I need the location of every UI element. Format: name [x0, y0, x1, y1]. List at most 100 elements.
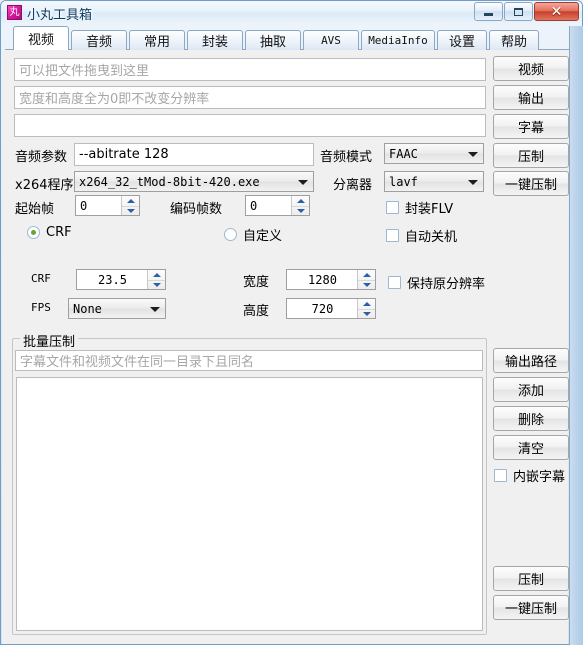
tab-label: AVS — [321, 34, 341, 47]
tab-panel-video: 可以把文件拖曳到这里 宽度和高度全为0即不改变分辨率 视频 输出 字幕 压制 一… — [2, 50, 569, 644]
start-frame-label: 起始帧 — [15, 202, 55, 217]
crf-label: CRF — [31, 272, 51, 285]
mux-flv-checkbox[interactable]: 封装FLV — [386, 198, 453, 217]
batch-output-path-button[interactable]: 输出路径 — [493, 348, 569, 373]
maximize-button[interactable] — [504, 2, 533, 21]
tab-video[interactable]: 视频 — [13, 26, 69, 50]
demuxer-label: 分离器 — [333, 178, 373, 193]
subtitle-file-input[interactable] — [14, 114, 486, 137]
checkbox-box — [386, 229, 399, 242]
spin-up-icon[interactable] — [292, 196, 309, 206]
video-file-input[interactable]: 可以把文件拖曳到这里 — [14, 58, 486, 81]
chevron-down-icon — [150, 306, 160, 312]
spin-up-icon[interactable] — [358, 299, 375, 309]
app-icon: 丸 — [7, 5, 22, 20]
height-stepper[interactable]: 720 — [286, 298, 376, 319]
demuxer-select[interactable]: lavf — [384, 171, 484, 192]
tab-common[interactable]: 常用 — [129, 30, 185, 50]
keep-resolution-label: 保持原分辨率 — [407, 277, 486, 292]
custom-mode-label: 自定义 — [243, 229, 283, 244]
tab-settings[interactable]: 设置 — [437, 30, 487, 50]
start-frame-spin-buttons[interactable] — [121, 196, 139, 215]
width-spin-buttons[interactable] — [357, 270, 375, 289]
tab-label: 音频 — [85, 35, 112, 50]
crf-mode-label: CRF — [46, 225, 72, 240]
batch-encode-button[interactable]: 压制 — [493, 566, 569, 591]
audio-mode-select[interactable]: FAAC — [384, 143, 484, 164]
frame-count-spin-buttons[interactable] — [291, 196, 309, 215]
batch-output-path-input[interactable]: 字幕文件和视频文件在同一目录下且同名 — [15, 350, 483, 371]
audio-mode-label: 音频模式 — [320, 150, 373, 165]
batch-delete-button[interactable]: 删除 — [493, 406, 569, 431]
close-button[interactable]: ✕ — [534, 2, 579, 21]
tab-label: 封装 — [201, 35, 228, 50]
start-frame-value: 0 — [80, 198, 88, 213]
spin-down-icon[interactable] — [292, 205, 309, 217]
audio-mode-value: FAAC — [389, 146, 418, 161]
embed-subtitle-checkbox[interactable]: 内嵌字幕 — [494, 466, 565, 485]
one-click-encode-button[interactable]: 一键压制 — [493, 171, 569, 196]
tab-audio[interactable]: 音频 — [71, 30, 127, 50]
tab-extract[interactable]: 抽取 — [245, 30, 301, 50]
x264-program-select[interactable]: x264_32_tMod-8bit-420.exe — [74, 171, 314, 192]
tab-label: MediaInfo — [368, 34, 428, 47]
height-label: 高度 — [243, 304, 270, 319]
batch-file-list[interactable] — [16, 377, 483, 631]
video-browse-button[interactable]: 视频 — [493, 56, 569, 81]
height-spin-buttons[interactable] — [357, 299, 375, 318]
checkbox-box — [386, 201, 399, 214]
tab-label: 帮助 — [500, 35, 527, 50]
batch-one-click-encode-button[interactable]: 一键压制 — [493, 595, 569, 620]
frame-count-value: 0 — [250, 198, 258, 213]
spin-down-icon[interactable] — [358, 308, 375, 320]
subtitle-browse-button[interactable]: 字幕 — [493, 114, 569, 139]
spin-down-icon[interactable] — [122, 205, 139, 217]
batch-group-title: 批量压制 — [20, 331, 79, 350]
tab-avs[interactable]: AVS — [303, 30, 359, 50]
fps-select[interactable]: None — [68, 298, 166, 319]
radio-circle — [27, 226, 40, 239]
mux-flv-label: 封装FLV — [405, 202, 454, 217]
crf-mode-radio[interactable]: CRF — [27, 225, 72, 240]
tab-mediainfo[interactable]: MediaInfo — [361, 30, 435, 50]
application-window: 丸 小丸工具箱 ✕ 视频 音频 常用 封装 抽取 AVS MediaInfo 设… — [0, 0, 583, 645]
spin-up-icon[interactable] — [122, 196, 139, 206]
width-label: 宽度 — [243, 275, 270, 290]
minimize-button[interactable] — [474, 2, 503, 21]
close-icon: ✕ — [550, 3, 563, 20]
minimize-icon — [475, 3, 502, 20]
tab-mux[interactable]: 封装 — [187, 30, 243, 50]
chevron-down-icon — [298, 179, 308, 185]
keep-resolution-checkbox[interactable]: 保持原分辨率 — [388, 273, 485, 292]
crf-stepper[interactable]: 23.5 — [76, 269, 166, 290]
auto-shutdown-label: 自动关机 — [405, 230, 458, 245]
window-controls: ✕ — [473, 2, 579, 21]
encode-button[interactable]: 压制 — [493, 143, 569, 168]
window-title: 小丸工具箱 — [27, 8, 93, 23]
chevron-down-icon — [468, 179, 478, 185]
start-frame-stepper[interactable]: 0 — [75, 195, 140, 216]
x264-program-value: x264_32_tMod-8bit-420.exe — [79, 174, 260, 189]
radio-circle — [224, 228, 237, 241]
batch-clear-button[interactable]: 清空 — [493, 435, 569, 460]
demuxer-value: lavf — [389, 174, 418, 189]
tab-label: 设置 — [448, 35, 475, 50]
batch-add-button[interactable]: 添加 — [493, 377, 569, 402]
auto-shutdown-checkbox[interactable]: 自动关机 — [386, 226, 457, 245]
crf-spin-buttons[interactable] — [147, 270, 165, 289]
audio-params-input[interactable]: --abitrate 128 — [74, 143, 314, 166]
tab-help[interactable]: 帮助 — [489, 30, 539, 50]
tab-label: 常用 — [143, 35, 170, 50]
output-file-input[interactable]: 宽度和高度全为0即不改变分辨率 — [14, 86, 486, 109]
fps-label: FPS — [31, 301, 51, 314]
frame-count-stepper[interactable]: 0 — [245, 195, 310, 216]
spin-down-icon[interactable] — [148, 279, 165, 291]
spin-down-icon[interactable] — [358, 279, 375, 291]
spin-up-icon[interactable] — [358, 270, 375, 280]
custom-mode-radio[interactable]: 自定义 — [224, 225, 282, 244]
spin-up-icon[interactable] — [148, 270, 165, 280]
checkbox-box — [494, 469, 507, 482]
width-stepper[interactable]: 1280 — [286, 269, 376, 290]
output-browse-button[interactable]: 输出 — [493, 85, 569, 110]
x264-program-label: x264程序 — [15, 178, 74, 193]
